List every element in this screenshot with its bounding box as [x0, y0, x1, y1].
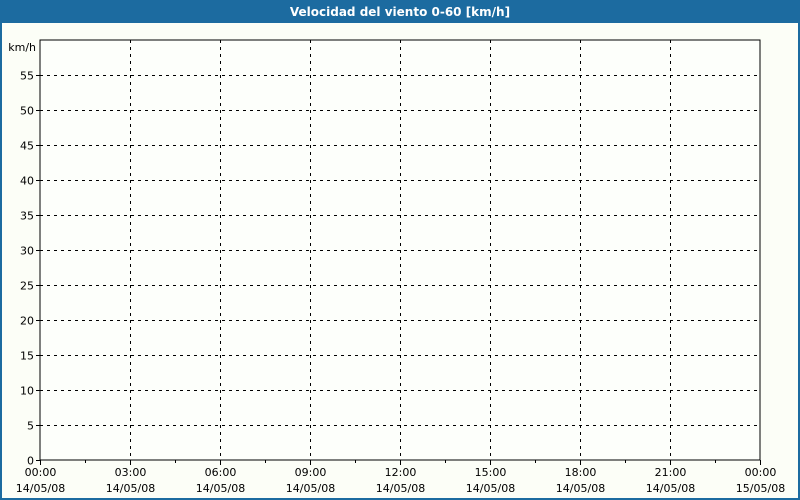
y-axis-tick-label: 25 [20, 280, 34, 293]
x-axis-tick-date-label: 14/05/08 [376, 482, 425, 495]
y-axis-tick-label: 45 [20, 140, 34, 153]
y-axis-tick-label: 50 [20, 105, 34, 118]
y-axis-tick-label: 10 [20, 385, 34, 398]
x-axis-tick-time-label: 06:00 [205, 466, 237, 479]
y-axis-tick-label: 55 [20, 70, 34, 83]
y-axis-tick-label: 20 [20, 315, 34, 328]
x-axis-tick-date-label: 14/05/08 [646, 482, 695, 495]
x-axis-tick-time-label: 09:00 [295, 466, 327, 479]
chart-window: Velocidad del viento 0-60 [km/h] km/h 05… [0, 0, 800, 500]
x-axis-tick-time-label: 18:00 [565, 466, 597, 479]
y-axis-tick-label: 35 [20, 210, 34, 223]
x-axis-tick-time-label: 00:00 [25, 466, 57, 479]
plot-area: 051015202530354045505500:0014/05/0803:00… [2, 2, 798, 498]
x-axis-tick-date-label: 14/05/08 [196, 482, 245, 495]
x-axis-tick-time-label: 15:00 [475, 466, 507, 479]
y-axis-tick-label: 30 [20, 245, 34, 258]
x-axis-tick-date-label: 14/05/08 [466, 482, 515, 495]
x-axis-tick-date-label: 14/05/08 [556, 482, 605, 495]
x-axis-tick-time-label: 03:00 [115, 466, 147, 479]
y-axis-tick-label: 5 [27, 420, 34, 433]
x-axis-tick-date-label: 14/05/08 [286, 482, 335, 495]
x-axis-tick-date-label: 15/05/08 [736, 482, 785, 495]
x-axis-tick-time-label: 00:00 [745, 466, 777, 479]
y-axis-tick-label: 40 [20, 175, 34, 188]
x-axis-tick-time-label: 12:00 [385, 466, 417, 479]
x-axis-tick-time-label: 21:00 [655, 466, 687, 479]
x-axis-tick-date-label: 14/05/08 [106, 482, 155, 495]
y-axis-tick-label: 15 [20, 350, 34, 363]
x-axis-tick-date-label: 14/05/08 [16, 482, 65, 495]
